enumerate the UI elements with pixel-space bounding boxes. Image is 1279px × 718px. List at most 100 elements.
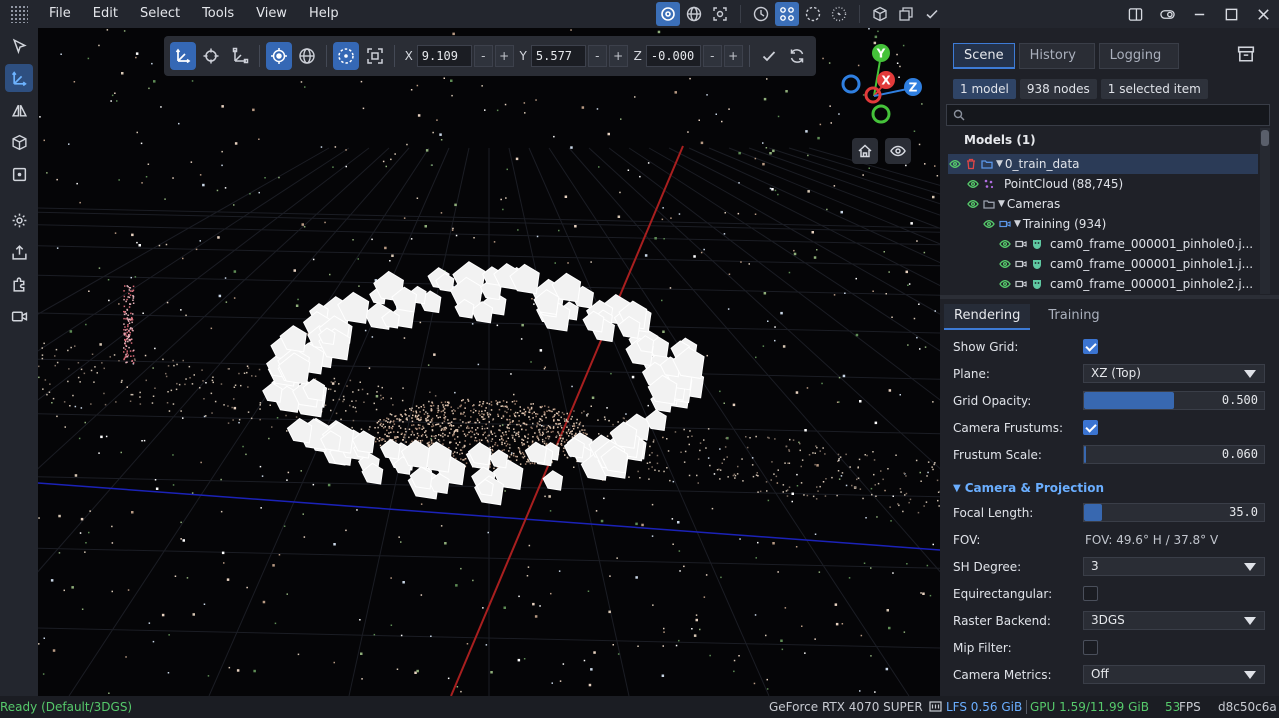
export-icon[interactable] (5, 238, 33, 266)
frustum-scale-slider[interactable]: 0.060 (1083, 445, 1265, 464)
camera-projection-section[interactable]: ▼ Camera & Projection (940, 479, 1279, 497)
tab-logging[interactable]: Logging (1098, 43, 1179, 69)
plane-select[interactable]: XZ (Top) (1083, 364, 1265, 383)
circle-dotted-icon[interactable] (827, 2, 851, 26)
raster-backend-select[interactable]: 3DGS (1083, 611, 1265, 630)
bounds-icon[interactable] (361, 42, 387, 70)
tab-rendering[interactable]: Rendering (944, 304, 1031, 330)
grid-opacity-slider[interactable]: 0.500 (1083, 391, 1265, 410)
translate-axes-icon[interactable] (5, 64, 33, 92)
status-fps-unit: FPS (1179, 700, 1201, 714)
world-space-icon[interactable] (294, 42, 320, 70)
mirror-icon[interactable] (5, 96, 33, 124)
right-panel: Scene History Logging 1 model 938 nodes … (940, 28, 1279, 696)
y-increment-button[interactable]: + (608, 45, 628, 67)
gizmo-local-icon[interactable] (656, 2, 680, 26)
clock-icon[interactable] (749, 2, 773, 26)
settings-icon[interactable] (5, 206, 33, 234)
neg-y-handle[interactable] (871, 104, 891, 124)
z-value-input[interactable]: -0.000 (645, 45, 701, 67)
expand-caret-icon[interactable]: ▼ (1014, 219, 1021, 229)
tree-row-cameras[interactable]: ▼ Cameras (966, 194, 1276, 214)
rotate-icon[interactable] (198, 42, 224, 70)
plugin-icon[interactable] (5, 270, 33, 298)
z-increment-button[interactable]: + (723, 45, 743, 67)
tree-row-camera[interactable]: cam0_frame_000001_pinhole2.j... (998, 274, 1258, 294)
expand-caret-icon[interactable]: ▼ (998, 199, 1005, 209)
eye-icon (890, 145, 906, 157)
tree-scrollbar[interactable] (1260, 128, 1270, 294)
camera-metrics-select[interactable]: Off (1083, 665, 1265, 684)
y-value-input[interactable]: 5.577 (530, 45, 586, 67)
tab-scene[interactable]: Scene (953, 43, 1015, 69)
check-icon[interactable] (920, 2, 944, 26)
x-increment-button[interactable]: + (494, 45, 514, 67)
x-decrement-button[interactable]: - (473, 45, 493, 67)
select-arrow-icon[interactable] (5, 32, 33, 60)
menu-select[interactable]: Select (129, 0, 191, 28)
panel-splitter[interactable] (940, 295, 1279, 299)
tree-row-training[interactable]: ▼ Training (934) (982, 214, 1279, 234)
camera-icon (1014, 277, 1028, 291)
visibility-eye-icon[interactable] (948, 157, 962, 171)
menu-edit[interactable]: Edit (82, 0, 129, 28)
visibility-eye-icon[interactable] (966, 197, 980, 211)
circle-dashed-icon[interactable] (801, 2, 825, 26)
home-view-button[interactable] (852, 138, 878, 164)
visibility-eye-icon[interactable] (998, 237, 1012, 251)
camera-target-icon[interactable] (708, 2, 732, 26)
reset-icon[interactable] (784, 42, 810, 70)
visibility-eye-icon[interactable] (998, 277, 1012, 291)
globe-icon[interactable] (682, 2, 706, 26)
tree-label: cam0_frame_000001_pinhole0.j... (1050, 237, 1254, 251)
scale-icon[interactable] (227, 42, 253, 70)
menu-help[interactable]: Help (298, 0, 350, 28)
crop-icon[interactable] (5, 160, 33, 188)
panel-layout-icon[interactable] (1119, 0, 1151, 28)
plane-label: Plane: (953, 367, 990, 381)
tree-row-camera[interactable]: cam0_frame_000001_pinhole1.j... (998, 254, 1258, 274)
archive-icon[interactable] (1237, 45, 1259, 67)
scrollbar-thumb[interactable] (1261, 130, 1269, 146)
minimize-icon[interactable] (1183, 0, 1215, 28)
y-decrement-button[interactable]: - (587, 45, 607, 67)
pivot-local-icon[interactable] (265, 42, 292, 70)
sh-degree-select[interactable]: 3 (1083, 557, 1265, 576)
camera-frustums-checkbox[interactable] (1083, 420, 1098, 435)
neg-z-handle[interactable] (841, 74, 861, 94)
tab-training[interactable]: Training (1038, 304, 1109, 330)
expand-caret-icon[interactable]: ▼ (996, 159, 1003, 169)
snap-center-icon[interactable] (333, 42, 360, 70)
cube-icon[interactable] (868, 2, 892, 26)
tree-row-pointcloud[interactable]: PointCloud (88,745) (966, 174, 1276, 194)
3d-viewport[interactable]: X 9.109 - + Y 5.577 - + Z -0.000 - + Y X… (38, 28, 940, 696)
equirectangular-checkbox[interactable] (1083, 586, 1098, 601)
tree-row-model[interactable]: ▼ 0_train_data (948, 154, 1258, 174)
delete-icon[interactable] (964, 157, 978, 171)
node-select-icon[interactable] (775, 2, 799, 26)
show-grid-checkbox[interactable] (1083, 339, 1098, 354)
mip-filter-checkbox[interactable] (1083, 640, 1098, 655)
confirm-icon[interactable] (756, 42, 782, 70)
toggle-icon[interactable] (1151, 0, 1183, 28)
close-icon[interactable] (1247, 0, 1279, 28)
menu-file[interactable]: File (38, 0, 82, 28)
cube-icon[interactable] (5, 128, 33, 156)
tab-history[interactable]: History (1018, 43, 1095, 69)
visibility-button[interactable] (885, 138, 911, 164)
tree-row-camera[interactable]: cam0_frame_000001_pinhole0.j... (998, 234, 1258, 254)
windows-icon[interactable] (894, 2, 918, 26)
maximize-icon[interactable] (1215, 0, 1247, 28)
orientation-gizmo[interactable]: Y X Z (838, 40, 928, 130)
video-camera-icon[interactable] (5, 302, 33, 330)
visibility-eye-icon[interactable] (966, 177, 980, 191)
scene-search-input[interactable] (946, 104, 1270, 126)
menu-tools[interactable]: Tools (191, 0, 245, 28)
visibility-eye-icon[interactable] (998, 257, 1012, 271)
z-decrement-button[interactable]: - (702, 45, 722, 67)
focal-length-slider[interactable]: 35.0 (1083, 503, 1265, 522)
x-value-input[interactable]: 9.109 (416, 45, 472, 67)
translate-icon[interactable] (170, 42, 197, 70)
visibility-eye-icon[interactable] (982, 217, 996, 231)
menu-view[interactable]: View (245, 0, 298, 28)
